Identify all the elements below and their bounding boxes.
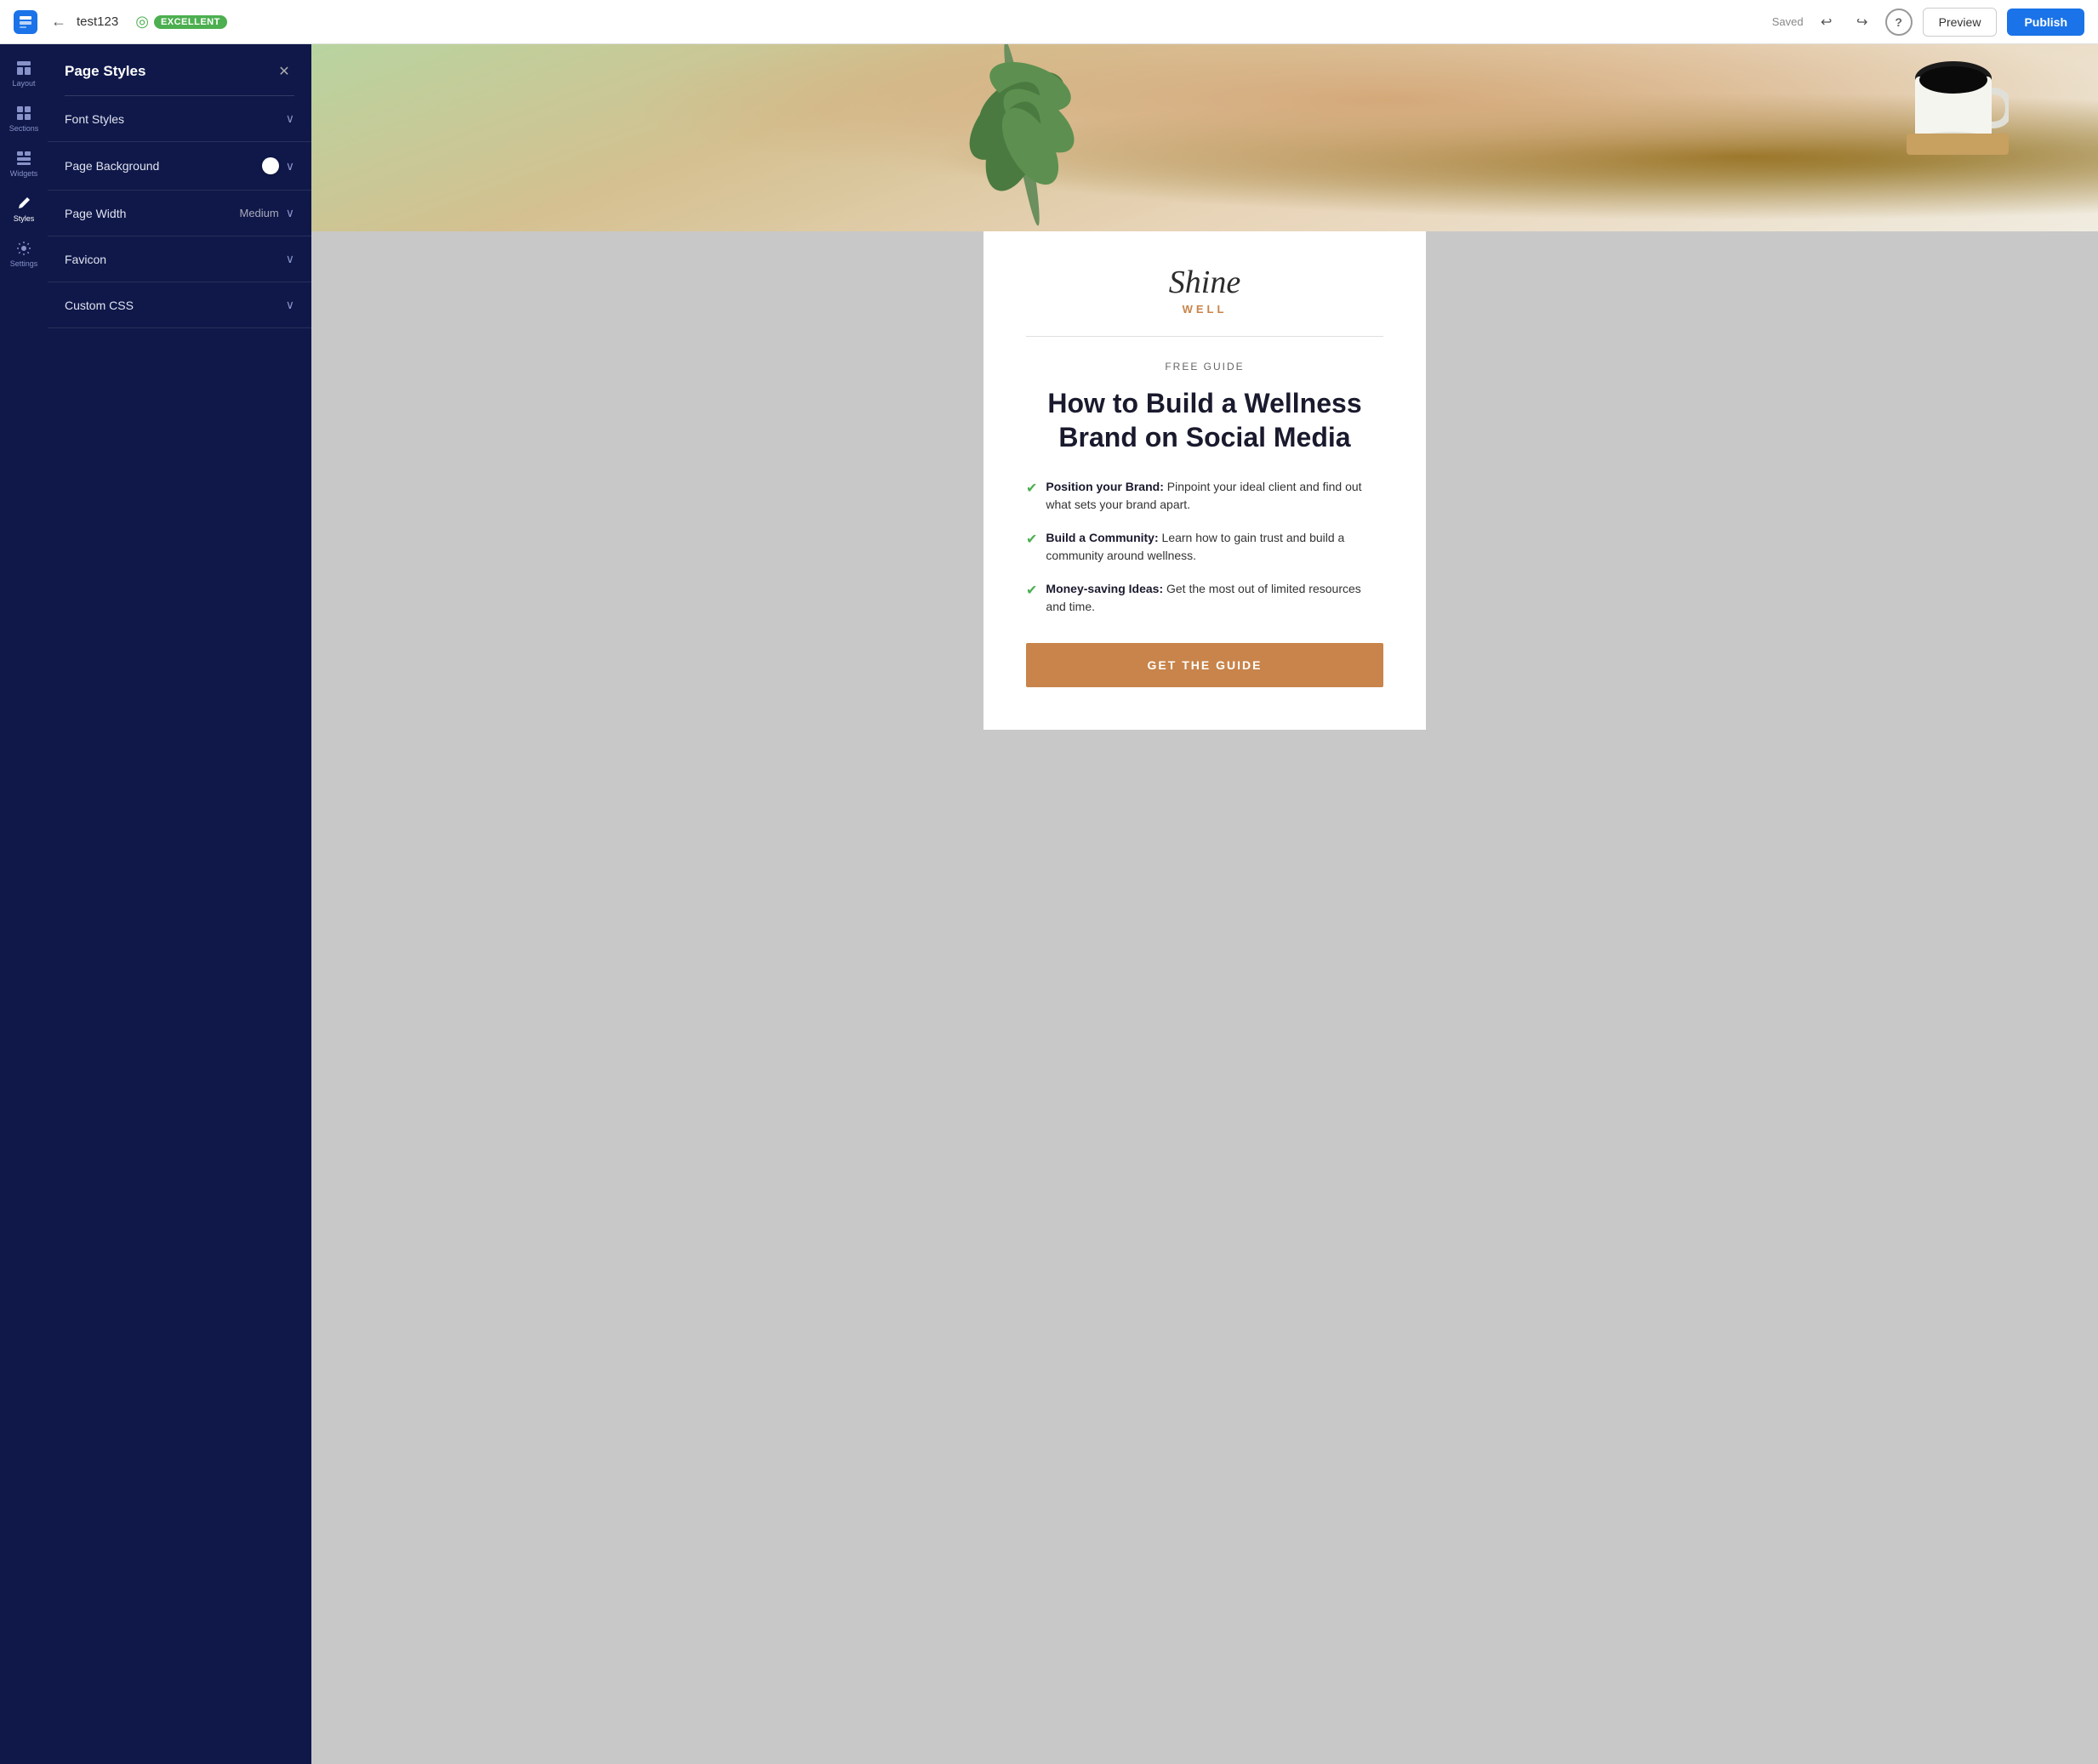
favicon-chevron: ∨: [286, 252, 294, 266]
page-title: test123: [77, 14, 118, 29]
cta-button[interactable]: GET THE GUIDE: [1026, 643, 1383, 687]
icon-sidebar: Layout Sections: [0, 44, 48, 1764]
content-card: Shine WELL FREE GUIDE How to Build a Wel…: [983, 231, 1426, 730]
check-icon-2: ✔: [1026, 530, 1037, 550]
panel-title: Page Styles: [65, 63, 145, 80]
checklist-item-2-bold: Build a Community:: [1046, 531, 1158, 544]
help-button[interactable]: ?: [1885, 9, 1913, 36]
page-background-chevron: ∨: [286, 159, 294, 174]
checklist-item-3: ✔ Money-saving Ideas: Get the most out o…: [1026, 580, 1383, 616]
widgets-label: Widgets: [10, 169, 38, 178]
saved-status: Saved: [1772, 15, 1804, 28]
brand-logo-area: Shine WELL: [1026, 265, 1383, 337]
page-background-toggle[interactable]: [262, 157, 279, 174]
brand-well: WELL: [1026, 303, 1383, 316]
page-width-right: Medium ∨: [240, 206, 295, 220]
plant-decoration: [937, 44, 1107, 231]
settings-label: Settings: [10, 259, 38, 268]
sections-icon: [15, 105, 32, 122]
free-guide-label: FREE GUIDE: [1026, 361, 1383, 373]
sections-label: Sections: [9, 124, 39, 133]
coffee-mug-decoration: [1907, 53, 2009, 155]
favicon-right: ∨: [286, 252, 294, 266]
panel-item-page-width[interactable]: Page Width Medium ∨: [48, 191, 311, 236]
sidebar-item-styles[interactable]: Styles: [0, 186, 48, 231]
font-styles-right: ∨: [286, 111, 294, 126]
publish-button[interactable]: Publish: [2007, 9, 2084, 36]
layout-label: Layout: [12, 79, 35, 88]
canvas-area: Shine WELL FREE GUIDE How to Build a Wel…: [311, 44, 2098, 1764]
checklist-item-1-text: Position your Brand: Pinpoint your ideal…: [1046, 478, 1383, 514]
panel-item-favicon[interactable]: Favicon ∨: [48, 236, 311, 282]
sidebar-item-layout[interactable]: Layout: [0, 51, 48, 96]
settings-icon: [15, 240, 32, 257]
checklist-item-1-bold: Position your Brand:: [1046, 480, 1163, 493]
checklist-item-2-text: Build a Community: Learn how to gain tru…: [1046, 529, 1383, 565]
quality-badge-wrap: ◎ EXCELLENT: [135, 13, 227, 31]
panel-item-custom-css[interactable]: Custom CSS ∨: [48, 282, 311, 328]
custom-css-label: Custom CSS: [65, 299, 134, 312]
checklist-item-3-bold: Money-saving Ideas:: [1046, 582, 1163, 595]
app-logo: [14, 10, 37, 34]
styles-icon: [15, 195, 32, 212]
panel-sidebar: Page Styles ✕ Font Styles ∨ Page Backgro…: [48, 44, 311, 1764]
font-styles-label: Font Styles: [65, 112, 124, 126]
custom-css-right: ∨: [286, 298, 294, 312]
panel-item-font-styles[interactable]: Font Styles ∨: [48, 96, 311, 142]
target-icon: ◎: [135, 13, 149, 31]
panel-item-page-background[interactable]: Page Background ∨: [48, 142, 311, 191]
page-width-label: Page Width: [65, 207, 126, 220]
font-styles-chevron: ∨: [286, 111, 294, 126]
undo-button[interactable]: ↩: [1814, 9, 1839, 35]
sidebar-item-sections[interactable]: Sections: [0, 96, 48, 141]
checklist-item-3-text: Money-saving Ideas: Get the most out of …: [1046, 580, 1383, 616]
checklist-item-2: ✔ Build a Community: Learn how to gain t…: [1026, 529, 1383, 565]
quality-badge: EXCELLENT: [154, 15, 227, 29]
checklist-item-1: ✔ Position your Brand: Pinpoint your ide…: [1026, 478, 1383, 514]
panel-header: Page Styles ✕: [48, 44, 311, 95]
hero-background: [311, 44, 2098, 231]
sidebar-item-settings[interactable]: Settings: [0, 231, 48, 276]
brand-shine: Shine: [1026, 265, 1383, 301]
preview-button[interactable]: Preview: [1923, 8, 1998, 37]
panel-close-button[interactable]: ✕: [274, 61, 294, 82]
custom-css-chevron: ∨: [286, 298, 294, 312]
favicon-label: Favicon: [65, 253, 106, 266]
page-background-label: Page Background: [65, 159, 159, 173]
back-button[interactable]: ←: [51, 13, 66, 31]
layout-icon: [15, 60, 32, 77]
main-layout: Layout Sections: [0, 44, 2098, 1764]
main-heading: How to Build a Wellness Brand on Social …: [1026, 386, 1383, 454]
page-width-value: Medium: [240, 207, 279, 219]
topbar: ← test123 ◎ EXCELLENT Saved ↩ ↪ ? Previe…: [0, 0, 2098, 44]
hero-image: [311, 44, 2098, 231]
sidebar-item-widgets[interactable]: Widgets: [0, 141, 48, 186]
widgets-icon: [15, 150, 32, 167]
check-icon-1: ✔: [1026, 479, 1037, 499]
check-icon-3: ✔: [1026, 581, 1037, 601]
page-width-chevron: ∨: [286, 206, 294, 220]
styles-label: Styles: [14, 214, 35, 223]
checklist: ✔ Position your Brand: Pinpoint your ide…: [1026, 478, 1383, 616]
redo-button[interactable]: ↪: [1850, 9, 1875, 35]
page-background-right: ∨: [262, 157, 294, 174]
